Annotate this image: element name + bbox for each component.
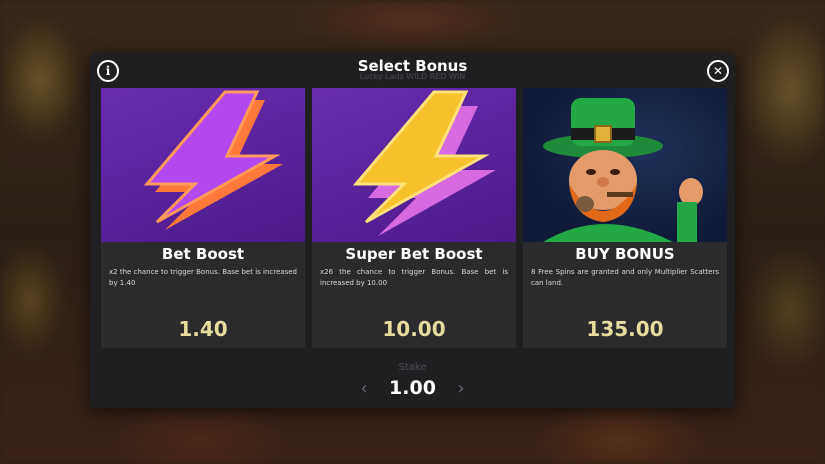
buy-bonus-price[interactable]: 135.00: [523, 317, 727, 341]
super-bet-boost-price[interactable]: 10.00: [312, 317, 516, 341]
chevron-right-icon[interactable]: ›: [454, 378, 468, 399]
buy-bonus-art: [523, 88, 727, 242]
super-bet-boost-card[interactable]: Super Bet Boost x26 the chance to trigge…: [312, 88, 516, 348]
yellow-lightning-icon: [352, 90, 496, 236]
stake-label: Stake: [398, 362, 427, 373]
close-icon[interactable]: ✕: [707, 60, 729, 82]
card-description: x26 the chance to trigger Bonus. Base be…: [320, 268, 508, 287]
bet-boost-price[interactable]: 1.40: [101, 317, 305, 341]
card-title: Bet Boost: [161, 245, 245, 263]
card-title: Super Bet Boost: [345, 245, 483, 263]
purple-lightning-icon: [143, 90, 283, 230]
leprechaun-icon: [543, 98, 703, 242]
card-description: 8 Free Spins are granted and only Multip…: [531, 268, 719, 287]
card-title: BUY BONUS: [575, 245, 675, 263]
dialog-subtitle: Lucky Lads WILD RED WIN: [359, 72, 466, 81]
bet-boost-card[interactable]: Bet Boost x2 the chance to trigger Bonus…: [101, 88, 305, 348]
stake-selector: ‹ 1.00 ›: [90, 375, 735, 401]
stake-value: 1.00: [389, 377, 436, 399]
chevron-left-icon[interactable]: ‹: [357, 378, 371, 399]
bet-boost-art: [101, 88, 305, 242]
super-bet-boost-art: [312, 88, 516, 242]
buy-bonus-card[interactable]: BUY BONUS 8 Free Spins are granted and o…: [523, 88, 727, 348]
card-description: x2 the chance to trigger Bonus. Base bet…: [109, 268, 297, 287]
select-bonus-dialog: i Select Bonus Lucky Lads WILD RED WIN ✕…: [90, 53, 735, 408]
